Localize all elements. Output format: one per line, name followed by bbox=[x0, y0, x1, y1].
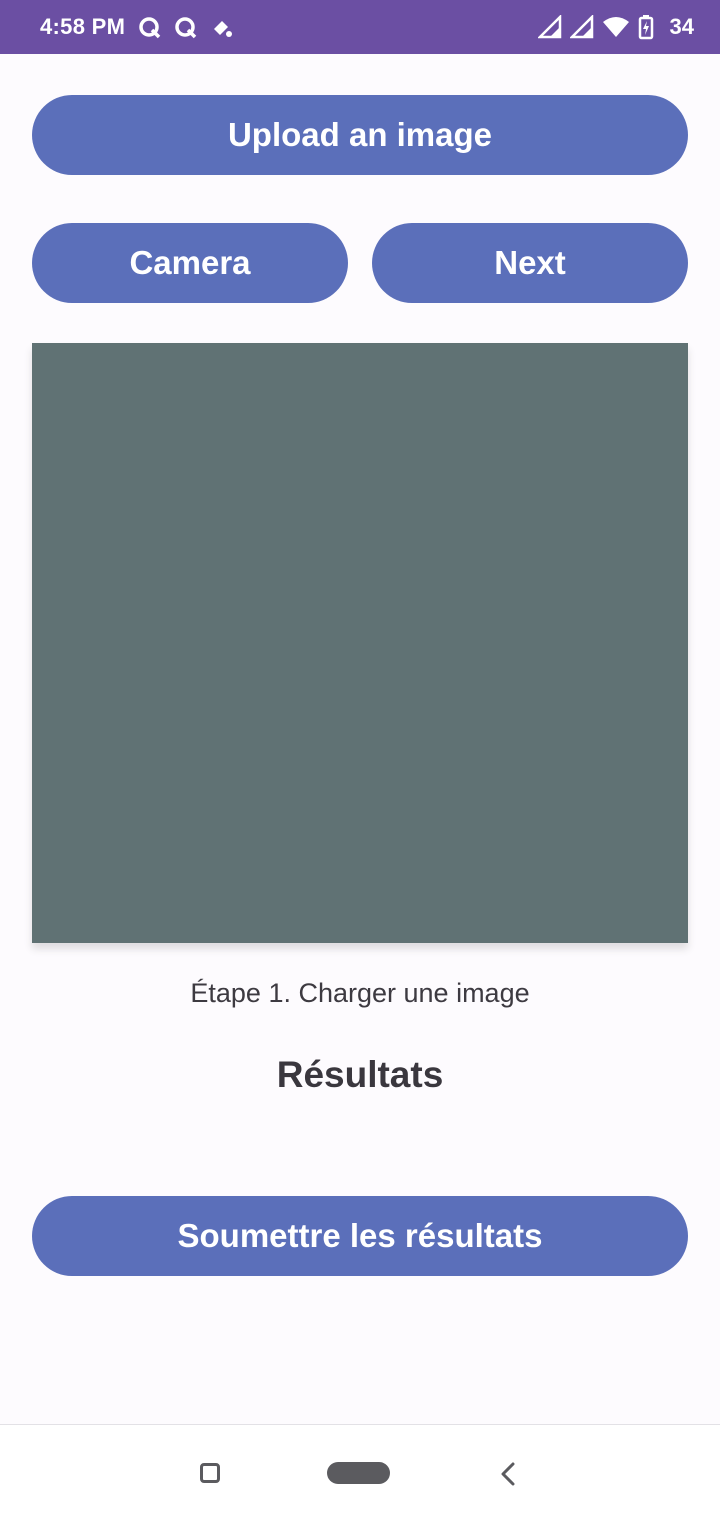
wifi-icon bbox=[603, 17, 629, 37]
navigation-bar bbox=[0, 1424, 720, 1520]
status-right-icons bbox=[538, 14, 654, 40]
status-bar: 4:58 PM 34 bbox=[0, 0, 720, 54]
home-pill-icon[interactable] bbox=[327, 1462, 390, 1484]
image-preview bbox=[32, 343, 688, 943]
notification-q-icon bbox=[175, 17, 197, 39]
next-button[interactable]: Next bbox=[372, 223, 688, 303]
status-time: 4:58 PM bbox=[40, 14, 126, 39]
notification-q-icon bbox=[139, 17, 161, 39]
camera-button[interactable]: Camera bbox=[32, 223, 348, 303]
submit-results-button[interactable]: Soumettre les résultats bbox=[32, 1196, 688, 1276]
cell-signal-icon bbox=[538, 15, 562, 39]
cell-signal-icon bbox=[570, 15, 594, 39]
upload-image-button[interactable]: Upload an image bbox=[32, 95, 688, 175]
notification-app-icon bbox=[214, 21, 232, 37]
notification-icons bbox=[138, 16, 234, 40]
back-icon[interactable] bbox=[498, 1461, 518, 1487]
step-instruction: Étape 1. Charger une image bbox=[190, 978, 530, 1008]
battery-charging-icon bbox=[638, 15, 654, 40]
recents-icon[interactable] bbox=[200, 1463, 220, 1483]
battery-level: 34 bbox=[669, 14, 694, 39]
results-heading: Résultats bbox=[276, 1054, 444, 1095]
